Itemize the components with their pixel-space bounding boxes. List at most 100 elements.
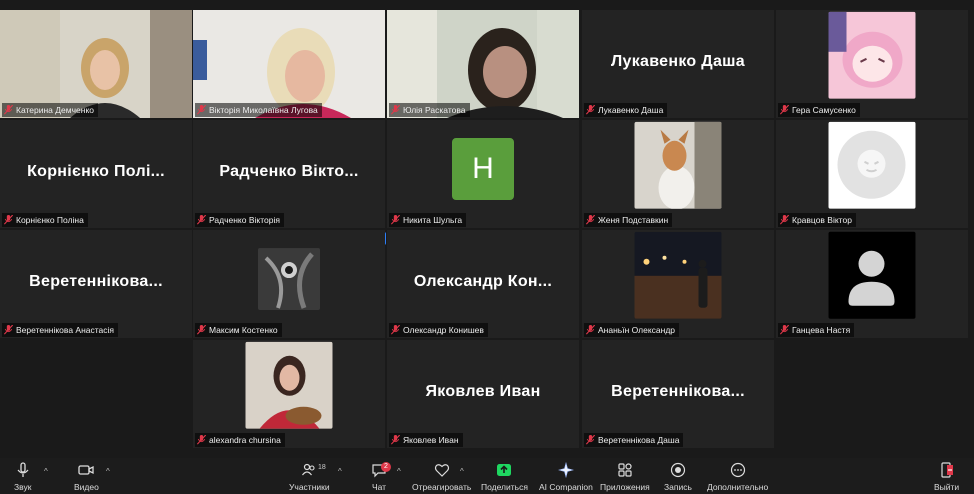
react-label: Отреагировать — [412, 482, 472, 492]
profile-picture — [245, 341, 333, 429]
participant-name: Веретеннікова Анастасія — [16, 325, 115, 335]
share-screen-icon — [497, 464, 512, 476]
record-label: Запись — [664, 482, 692, 492]
react-options-caret-icon[interactable]: ^ — [460, 467, 464, 476]
video-tile[interactable]: Яковлев Иван Яковлев Иван — [387, 340, 579, 448]
mic-muted-icon — [197, 435, 206, 445]
video-tile-active-speaker[interactable]: Юлія Раскатова — [387, 10, 579, 118]
video-label: Видео — [74, 482, 99, 492]
video-tile[interactable]: Гера Самусенко — [776, 10, 968, 118]
participant-name: Яковлев Иван — [403, 435, 459, 445]
sparkle-icon — [557, 462, 574, 478]
participant-display-name: Веретеннікова... — [611, 383, 745, 401]
participant-label: Радченко Вікторія — [195, 213, 284, 227]
ai-companion-label: AI Companion — [539, 482, 593, 492]
more-button[interactable]: Дополнительно — [707, 462, 768, 492]
video-tile[interactable]: Ганцева Настя — [776, 230, 968, 338]
video-tile[interactable]: Лукавенко Даша Лукавенко Даша — [582, 10, 774, 118]
video-tile[interactable]: Веретеннікова... Веретеннікова Даша — [582, 340, 774, 448]
leave-label: Выйти — [934, 482, 960, 492]
participant-name: Юлія Раскатова — [403, 105, 466, 115]
participant-name: Лукавенко Даша — [598, 105, 664, 115]
video-tile[interactable]: H Никита Шульга — [387, 120, 579, 228]
video-tile[interactable]: Женя Подставкин — [582, 120, 774, 228]
participant-label: Ананьїн Олександр — [584, 323, 680, 337]
participant-label: Юлія Раскатова — [389, 103, 470, 117]
user-silhouette-icon — [848, 250, 895, 306]
record-button[interactable]: Запись — [664, 462, 692, 492]
video-tile[interactable]: Веретеннікова... Веретеннікова Анастасія — [0, 230, 192, 338]
participant-label: alexandra chursina — [195, 433, 285, 447]
video-options-caret-icon[interactable]: ^ — [106, 467, 110, 476]
video-button[interactable]: Видео — [74, 462, 99, 492]
video-tile[interactable]: alexandra chursina — [193, 340, 385, 448]
camera-icon — [78, 465, 95, 475]
profile-picture — [258, 248, 320, 311]
participant-name: Катерина Демченко — [16, 105, 94, 115]
chat-label: Чат — [371, 482, 387, 492]
video-tile[interactable]: Вікторія Миколаївна Лугова — [193, 10, 385, 118]
mic-muted-icon — [391, 435, 400, 445]
leave-button[interactable]: Выйти — [934, 462, 959, 492]
chat-unread-badge: 2 — [381, 462, 391, 472]
participant-label: Вікторія Миколаївна Лугова — [195, 103, 322, 117]
profile-picture — [828, 121, 916, 209]
video-tile[interactable]: Корнієнко Полі... Корнієнко Поліна — [0, 120, 192, 228]
participant-label: Ганцева Настя — [778, 323, 855, 337]
participant-label: Веретеннікова Даша — [584, 433, 684, 447]
participant-label: Яковлев Иван — [389, 433, 463, 447]
mic-muted-icon — [391, 215, 400, 225]
participant-name: Максим Костенко — [209, 325, 278, 335]
participant-name: Гера Самусенко — [792, 105, 856, 115]
ai-companion-button[interactable]: AI Companion — [539, 462, 593, 492]
profile-picture — [828, 11, 916, 99]
chat-options-caret-icon[interactable]: ^ — [397, 467, 401, 476]
participant-label: Олександр Конишев — [389, 323, 488, 337]
mic-muted-icon — [197, 105, 206, 115]
participant-name: Кравцов Віктор — [792, 215, 852, 225]
participant-label: Веретеннікова Анастасія — [2, 323, 119, 337]
audio-button[interactable]: Звук — [14, 462, 31, 492]
microphone-icon — [17, 462, 29, 477]
participant-video — [0, 10, 192, 118]
apps-button[interactable]: Приложения — [600, 462, 650, 492]
mic-muted-icon — [586, 325, 595, 335]
participant-name: Вікторія Миколаївна Лугова — [209, 105, 318, 115]
mic-muted-icon — [4, 325, 13, 335]
mic-muted-icon — [586, 215, 595, 225]
participant-label: Никита Шульга — [389, 213, 467, 227]
video-tile[interactable]: Кравцов Віктор — [776, 120, 968, 228]
default-avatar — [828, 231, 916, 319]
video-tile[interactable]: Олександр Кон... Олександр Конишев — [387, 230, 579, 338]
video-tile[interactable]: Максим Костенко — [193, 230, 385, 338]
audio-options-caret-icon[interactable]: ^ — [44, 467, 48, 476]
video-tile[interactable]: Ананьїн Олександр — [582, 230, 774, 338]
participant-display-name: Веретеннікова... — [29, 273, 163, 291]
participants-options-caret-icon[interactable]: ^ — [338, 467, 342, 476]
mic-muted-icon — [4, 105, 13, 115]
apps-icon — [618, 463, 632, 477]
mic-muted-icon — [586, 435, 595, 445]
avatar-initial: H — [472, 152, 494, 186]
apps-label: Приложения — [600, 482, 650, 492]
more-icon — [730, 462, 745, 478]
video-tile[interactable]: Радченко Вікто... Радченко Вікторія — [193, 120, 385, 228]
participants-count: 18 — [318, 464, 326, 471]
mic-muted-icon — [197, 325, 206, 335]
participant-name: Никита Шульга — [403, 215, 463, 225]
participant-label: Катерина Демченко — [2, 103, 98, 117]
participant-name: Олександр Конишев — [403, 325, 484, 335]
mic-muted-icon — [4, 215, 13, 225]
mic-muted-icon — [780, 105, 789, 115]
participant-label: Лукавенко Даша — [584, 103, 668, 117]
mic-muted-icon — [391, 325, 400, 335]
participant-video — [387, 10, 579, 118]
participant-name: Радченко Вікторія — [209, 215, 280, 225]
audio-label: Звук — [14, 482, 32, 492]
meeting-toolbar: Звук ^ Видео ^ Участники 18 ^ Чат 2 ^ От… — [0, 458, 974, 494]
leave-icon — [940, 462, 953, 478]
share-screen-button[interactable]: Поделиться — [481, 462, 528, 492]
participant-label: Гера Самусенко — [778, 103, 860, 117]
participant-display-name: Олександр Кон... — [413, 273, 553, 291]
video-tile[interactable]: Катерина Демченко — [0, 10, 192, 118]
